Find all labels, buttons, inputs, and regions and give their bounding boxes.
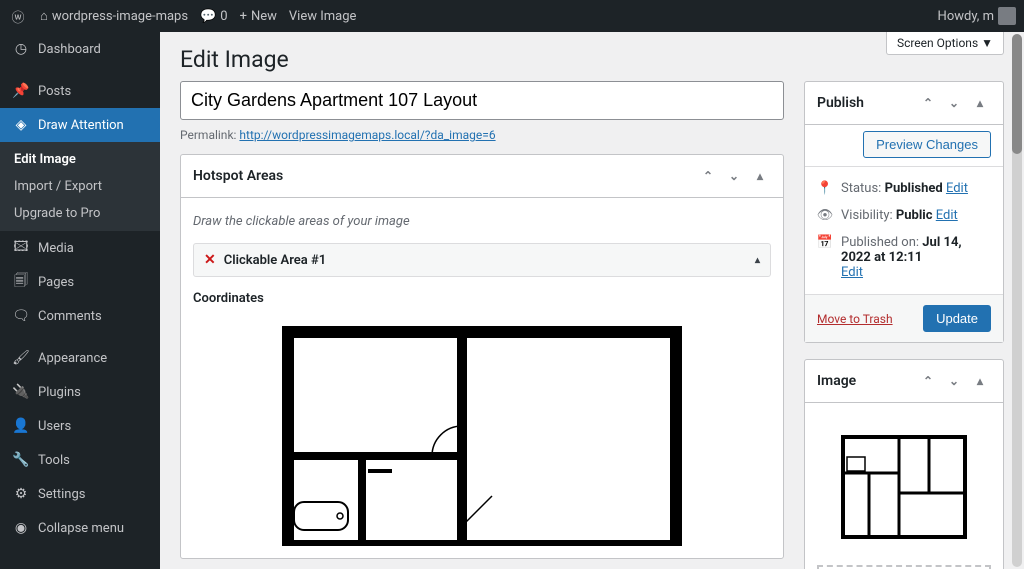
image-thumbnail[interactable] (817, 415, 991, 565)
appearance-icon: 🖌 (12, 349, 30, 367)
coordinates-label: Coordinates (193, 287, 771, 316)
screen-options-toggle[interactable]: Screen Options ▼ (886, 32, 1004, 55)
handle-toggle-icon[interactable]: ▴ (969, 92, 991, 114)
sidebar-item-comments[interactable]: 🗨Comments (0, 299, 160, 333)
hotspot-areas-box: Hotspot Areas ⌃ ⌄ ▴ Draw the clickable a… (180, 154, 784, 559)
pages-icon: 🗐 (12, 273, 30, 291)
image-dropzone[interactable]: Drop image here or (817, 565, 991, 569)
sidebar-item-appearance[interactable]: 🖌Appearance (0, 341, 160, 375)
edit-date-link[interactable]: Edit (841, 265, 863, 280)
permalink-link[interactable]: http://wordpressimagemaps.local/?da_imag… (239, 128, 495, 142)
update-button[interactable]: Update (923, 305, 991, 332)
sidebar-item-plugins[interactable]: 🔌Plugins (0, 375, 160, 409)
avatar (998, 7, 1016, 25)
admin-sidebar: ◷Dashboard 📌Posts ◈Draw Attention Edit I… (0, 32, 160, 569)
remove-area-icon[interactable]: ✕ (204, 252, 216, 268)
view-image-link[interactable]: View Image (289, 9, 357, 24)
image-box: Image ⌃ ⌄ ▴ (804, 359, 1004, 569)
handle-up-icon[interactable]: ⌃ (697, 165, 719, 187)
new-content-link[interactable]: +New (240, 9, 277, 24)
submenu-upgrade[interactable]: Upgrade to Pro (0, 200, 160, 227)
edit-status-link[interactable]: Edit (946, 181, 968, 196)
calendar-icon: 📅 (817, 235, 833, 250)
comments-icon: 🗨 (12, 307, 30, 325)
tools-icon: 🔧 (12, 451, 30, 469)
handle-toggle-icon[interactable]: ▴ (749, 165, 771, 187)
post-title-input[interactable] (180, 81, 784, 120)
submenu-edit-image[interactable]: Edit Image (0, 146, 160, 173)
hotspot-hint: Draw the clickable areas of your image (193, 210, 771, 243)
sidebar-item-users[interactable]: 👤Users (0, 409, 160, 443)
plugins-icon: 🔌 (12, 383, 30, 401)
collapse-icon: ◉ (12, 519, 30, 537)
handle-toggle-icon[interactable]: ▴ (969, 370, 991, 392)
collapse-area-icon[interactable]: ▴ (755, 255, 760, 266)
settings-icon: ⚙ (12, 485, 30, 503)
page-title: Edit Image (180, 32, 1004, 81)
hotspot-box-title: Hotspot Areas (193, 168, 283, 184)
handle-down-icon[interactable]: ⌄ (943, 370, 965, 392)
draw-attention-icon: ◈ (12, 116, 30, 134)
sidebar-collapse[interactable]: ◉Collapse menu (0, 511, 160, 545)
sidebar-item-settings[interactable]: ⚙Settings (0, 477, 160, 511)
wp-logo[interactable]: ⓦ (8, 6, 28, 26)
key-icon: 📍 (817, 181, 833, 196)
submenu-draw-attention: Edit Image Import / Export Upgrade to Pr… (0, 142, 160, 231)
sidebar-item-tools[interactable]: 🔧Tools (0, 443, 160, 477)
users-icon: 👤 (12, 417, 30, 435)
publish-box: Publish ⌃ ⌄ ▴ Preview Changes 📍 (804, 81, 1004, 343)
clickable-area-header[interactable]: ✕ Clickable Area #1 ▴ (193, 243, 771, 277)
media-icon: 🖾 (12, 239, 30, 257)
comments-link[interactable]: 💬0 (200, 9, 228, 24)
sidebar-item-pages[interactable]: 🗐Pages (0, 265, 160, 299)
floorplan-canvas[interactable] (193, 316, 771, 546)
image-box-title: Image (817, 373, 856, 389)
preview-changes-button[interactable]: Preview Changes (863, 131, 991, 158)
pin-icon: 📌 (12, 82, 30, 100)
admin-toolbar: ⓦ ⌂wordpress-image-maps 💬0 +New View Ima… (0, 0, 1024, 32)
site-home-link[interactable]: ⌂wordpress-image-maps (40, 8, 188, 24)
dashboard-icon: ◷ (12, 40, 30, 58)
sidebar-item-posts[interactable]: 📌Posts (0, 74, 160, 108)
content-area: Screen Options ▼ Edit Image Permalink: h… (160, 32, 1024, 569)
edit-visibility-link[interactable]: Edit (936, 208, 958, 223)
handle-up-icon[interactable]: ⌃ (917, 370, 939, 392)
handle-down-icon[interactable]: ⌄ (943, 92, 965, 114)
sidebar-item-draw-attention[interactable]: ◈Draw Attention (0, 108, 160, 142)
move-to-trash-link[interactable]: Move to Trash (817, 312, 893, 326)
sidebar-item-media[interactable]: 🖾Media (0, 231, 160, 265)
publish-box-title: Publish (817, 95, 864, 111)
account-menu[interactable]: Howdy, m (938, 7, 1016, 25)
handle-down-icon[interactable]: ⌄ (723, 165, 745, 187)
submenu-import-export[interactable]: Import / Export (0, 173, 160, 200)
visibility-icon: 👁 (817, 208, 833, 223)
handle-up-icon[interactable]: ⌃ (917, 92, 939, 114)
sidebar-item-dashboard[interactable]: ◷Dashboard (0, 32, 160, 66)
scrollbar[interactable] (1012, 34, 1022, 567)
permalink-row: Permalink: http://wordpressimagemaps.loc… (180, 120, 784, 154)
